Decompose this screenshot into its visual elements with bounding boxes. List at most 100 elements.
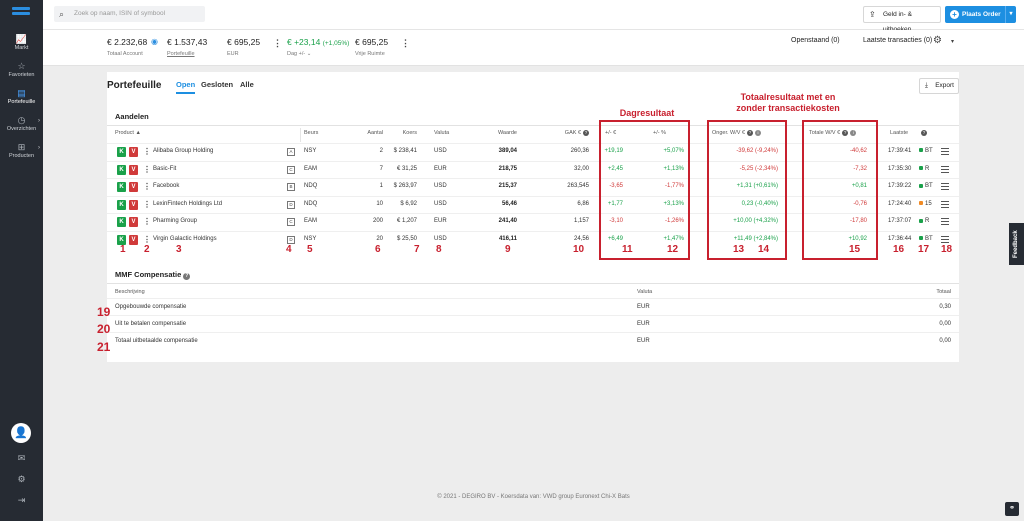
- col-currency[interactable]: Valuta: [434, 130, 449, 136]
- help-icon[interactable]: ?: [583, 130, 589, 136]
- price: $ 263,97: [385, 183, 417, 189]
- col-qty[interactable]: Aantal: [343, 130, 383, 136]
- help-icon[interactable]: ?: [183, 273, 191, 280]
- mmf-description: Uit te betalen compensatie: [115, 321, 187, 327]
- col-product[interactable]: Product ▲: [115, 130, 141, 136]
- chevron-down-icon[interactable]: ▾: [1005, 6, 1016, 23]
- col-last-help[interactable]: ?: [919, 130, 927, 136]
- col-gak[interactable]: GAK €?: [537, 130, 589, 136]
- row-menu-icon[interactable]: ⋮: [143, 217, 151, 226]
- col-value[interactable]: Waarde: [467, 130, 517, 136]
- gak: 263,545: [567, 183, 589, 190]
- sidebar-item-portefeuille[interactable]: ▤ Portefeuille: [0, 88, 43, 105]
- currency: USD: [434, 183, 447, 190]
- quantity: 7: [379, 165, 383, 172]
- sidebar-item-overzichten[interactable]: ◷ Overzichten ›: [0, 115, 43, 132]
- list-item: Uit te betalen compensatie EUR 0,00: [107, 315, 959, 332]
- mmf-title-label: MMF Compensatie: [115, 270, 182, 279]
- last-update-time: 17:36:44: [888, 236, 912, 242]
- buy-button[interactable]: K: [117, 199, 126, 210]
- row-menu-icon[interactable]: ⋮: [143, 165, 151, 174]
- value: 218,75: [498, 165, 517, 172]
- avatar-icon[interactable]: 👤: [11, 423, 31, 443]
- list-menu-icon[interactable]: [941, 165, 949, 173]
- settings-icon[interactable]: ⚙: [0, 474, 43, 485]
- sell-button[interactable]: V: [129, 147, 138, 157]
- status-dot: [919, 148, 923, 153]
- buy-button[interactable]: K: [117, 217, 126, 228]
- col-last[interactable]: Laatste: [890, 130, 908, 136]
- sell-button[interactable]: V: [129, 164, 138, 175]
- annotation-number: 12: [667, 244, 679, 255]
- product-name[interactable]: Virgin Galactic Holdings: [153, 236, 217, 242]
- quantity: 10: [376, 200, 383, 207]
- eye-toggle[interactable]: ◉: [151, 37, 158, 46]
- total-account: € 2.232,68 Totaal Account: [107, 37, 147, 57]
- product-name[interactable]: Pharming Group: [153, 218, 197, 224]
- product-name[interactable]: Facebook: [153, 183, 179, 189]
- day-change-summary[interactable]: € +23,14 (+1,05%) Dag +/- ⌄: [287, 37, 349, 57]
- list-menu-icon[interactable]: [941, 183, 949, 191]
- export-button[interactable]: ⤓ Export: [919, 78, 959, 94]
- sell-button[interactable]: V: [129, 235, 138, 245]
- list-menu-icon[interactable]: [941, 200, 949, 208]
- mmf-total: 0,30: [939, 304, 951, 310]
- status-dot: [919, 183, 923, 188]
- search-input[interactable]: ⌕ Zoek op naam, ISIN of symbool: [54, 6, 205, 22]
- product-name[interactable]: LexinFintech Holdings Ltd: [153, 201, 222, 207]
- mail-icon[interactable]: ✉: [0, 453, 43, 464]
- annotation-number: 17: [918, 244, 930, 255]
- last-transactions-link[interactable]: Laatste transacties (0): [863, 37, 932, 44]
- annotation-number: 1: [120, 244, 126, 255]
- buy-button[interactable]: K: [117, 147, 126, 157]
- product-name[interactable]: Alibaba Group Holding: [153, 148, 213, 154]
- sell-button[interactable]: V: [129, 217, 138, 228]
- feedback-tab[interactable]: Feedback: [1009, 223, 1024, 265]
- tab-open[interactable]: Open: [176, 80, 196, 94]
- place-order-button[interactable]: + Plaats Order ▾: [945, 6, 1016, 23]
- logout-icon[interactable]: ⇥: [0, 495, 43, 506]
- sidebar-item-producten[interactable]: ⊞ Producten ›: [0, 142, 43, 159]
- cash-transfer-button[interactable]: ⇪ Geld in- & uitboeken: [863, 6, 941, 33]
- more-options-icon[interactable]: ⋮: [273, 39, 282, 48]
- export-label: Export: [935, 82, 954, 89]
- sell-button[interactable]: V: [129, 182, 138, 193]
- list-menu-icon[interactable]: [941, 218, 949, 226]
- col-price[interactable]: Koers: [385, 130, 417, 136]
- row-menu-icon[interactable]: ⋮: [143, 200, 151, 209]
- open-orders-link[interactable]: Openstaand (0): [791, 37, 840, 44]
- more-options-icon[interactable]: ⋮: [401, 39, 410, 48]
- col-mmf-total: Totaal: [936, 289, 951, 295]
- row-menu-icon[interactable]: ⋮: [143, 182, 151, 191]
- sell-button[interactable]: V: [129, 199, 138, 210]
- tab-alle[interactable]: Alle: [240, 80, 254, 89]
- row-menu-icon[interactable]: ⋮: [143, 235, 151, 244]
- help-icon[interactable]: ?: [921, 130, 927, 136]
- row-menu-icon[interactable]: ⋮: [143, 147, 151, 156]
- value: 215,37: [498, 183, 517, 190]
- widget-icon[interactable]: ⚭: [1005, 502, 1019, 516]
- gear-icon[interactable]: ⚙: [933, 35, 942, 46]
- wallet-icon: ⇪: [869, 10, 876, 19]
- sidebar-item-label: Overzichten: [6, 126, 37, 132]
- price: € 31,25: [385, 166, 417, 172]
- list-menu-icon[interactable]: [941, 148, 949, 155]
- value: 56,46: [501, 200, 517, 207]
- list-menu-icon[interactable]: [941, 236, 949, 243]
- sidebar-item-markt[interactable]: 📈 Markt: [0, 34, 43, 51]
- value: 389,04: [498, 148, 517, 154]
- buy-button[interactable]: K: [117, 182, 126, 193]
- buy-button[interactable]: K: [117, 164, 126, 175]
- col-exchange[interactable]: Beurs: [304, 130, 318, 136]
- product-name[interactable]: Basic-Fit: [153, 166, 176, 172]
- chevron-down-icon[interactable]: ▾: [951, 38, 954, 45]
- tab-gesloten[interactable]: Gesloten: [201, 80, 233, 89]
- degiro-logo-icon[interactable]: [12, 7, 30, 19]
- mmf-currency: EUR: [637, 321, 650, 327]
- sidebar-item-label: Favorieten: [8, 72, 35, 78]
- portfolio-summary[interactable]: € 1.537,43 Portefeuille: [167, 37, 207, 57]
- portfolio-label[interactable]: Portefeuille: [167, 51, 207, 57]
- mmf-description: Totaal uitbetaalde compensatie: [115, 338, 198, 344]
- exchange: NDQ: [304, 200, 318, 207]
- sidebar-item-favorieten[interactable]: ☆ Favorieten: [0, 61, 43, 78]
